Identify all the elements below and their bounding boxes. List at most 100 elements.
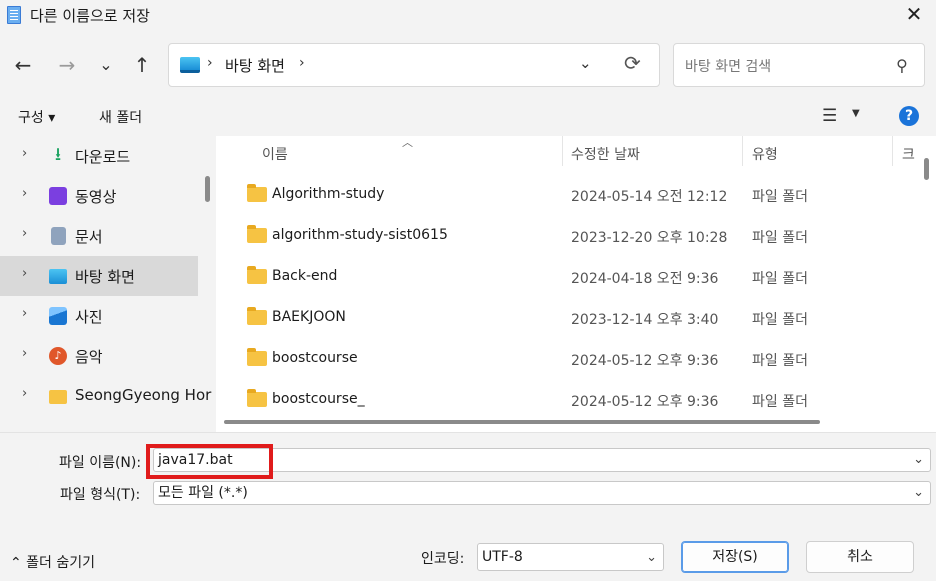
search-icon[interactable]: ⚲: [896, 56, 908, 75]
sidebar-item-label: 음악: [75, 348, 103, 366]
search-box[interactable]: 바탕 화면 검색 ⚲: [673, 43, 925, 87]
chevron-down-icon[interactable]: ⌄: [646, 545, 657, 571]
folder-icon: [247, 225, 267, 243]
file-type: 파일 폴더: [752, 189, 808, 205]
recent-locations-chevron-icon[interactable]: ⌄: [92, 52, 120, 78]
view-list-icon[interactable]: ☰: [822, 106, 837, 126]
address-dropdown-chevron-icon[interactable]: ⌄: [579, 54, 592, 72]
new-folder-button[interactable]: 새 폴더: [99, 107, 142, 127]
forward-arrow-icon[interactable]: →: [53, 52, 81, 78]
folder-icon: [247, 266, 267, 284]
file-name: boostcourse_: [272, 391, 365, 407]
expand-chevron-icon[interactable]: ›: [22, 346, 27, 361]
column-header-name[interactable]: 이름: [262, 136, 288, 170]
sidebar-item-desktop[interactable]: › 바탕 화면: [0, 256, 198, 296]
file-date: 2024-04-18 오전 9:36: [571, 271, 719, 287]
column-header-type[interactable]: 유형: [752, 136, 778, 170]
column-divider[interactable]: [742, 136, 743, 166]
music-icon: ♪: [49, 347, 67, 365]
sidebar-scrollbar[interactable]: [205, 176, 210, 202]
help-icon[interactable]: ?: [899, 106, 919, 126]
table-row[interactable]: Back-end 2024-04-18 오전 9:36 파일 폴더: [216, 257, 916, 298]
navigation-bar: ← → ⌄ ↑ › 바탕 화면 › ⌄ ⟳ 바탕 화면 검색 ⚲: [0, 32, 936, 98]
table-row[interactable]: boostcourse_ 2024-05-12 오후 9:36 파일 폴더: [216, 380, 916, 421]
file-type: 파일 폴더: [752, 353, 808, 369]
table-row[interactable]: Algorithm-study 2024-05-14 오전 12:12 파일 폴…: [216, 175, 916, 216]
window-title: 다른 이름으로 저장: [30, 7, 150, 25]
expand-chevron-icon[interactable]: ›: [22, 306, 27, 321]
cancel-button[interactable]: 취소: [806, 541, 914, 573]
breadcrumb-separator-icon[interactable]: ›: [299, 55, 305, 71]
filetype-value: 모든 파일 (*.*): [158, 485, 248, 501]
document-icon: [51, 227, 66, 245]
back-arrow-icon[interactable]: ←: [9, 52, 37, 78]
desktop-icon: [180, 57, 200, 73]
file-name: Algorithm-study: [272, 186, 385, 202]
view-dropdown-chevron-icon[interactable]: ▼: [852, 108, 860, 119]
highlight-annotation: [146, 444, 273, 479]
expand-chevron-icon[interactable]: ›: [22, 226, 27, 241]
file-date: 2024-05-12 오후 9:36: [571, 353, 719, 369]
filetype-label: 파일 형식(T):: [60, 487, 141, 503]
download-icon: ⭳: [54, 144, 62, 165]
sidebar-item-pictures[interactable]: › 사진: [0, 296, 198, 336]
sidebar-item-documents[interactable]: › 문서: [0, 216, 198, 256]
navigation-pane: › ⭳ 다운로드 › 동영상 › 문서 › 바탕 화면 › 사진 › ♪ 음악 …: [0, 136, 216, 432]
filetype-select[interactable]: 모든 파일 (*.*) ⌄: [153, 481, 931, 505]
file-name: BAEKJOON: [272, 309, 346, 325]
address-bar[interactable]: › 바탕 화면 › ⌄ ⟳: [168, 43, 660, 87]
column-divider[interactable]: [892, 136, 893, 166]
table-row[interactable]: BAEKJOON 2023-12-14 오후 3:40 파일 폴더: [216, 298, 916, 339]
sort-ascending-icon: ︿: [402, 136, 413, 149]
file-type: 파일 폴더: [752, 394, 808, 410]
close-button[interactable]: ✕: [900, 2, 928, 28]
horizontal-scrollbar[interactable]: [224, 420, 820, 424]
sidebar-item-music[interactable]: › ♪ 음악: [0, 336, 198, 376]
column-header-date[interactable]: 수정한 날짜: [571, 136, 640, 170]
photo-icon: [49, 307, 67, 325]
folder-icon: [247, 184, 267, 202]
refresh-icon[interactable]: ⟳: [624, 51, 641, 75]
file-type: 파일 폴더: [752, 230, 808, 246]
expand-chevron-icon[interactable]: ›: [22, 386, 27, 401]
file-date: 2023-12-20 오후 10:28: [571, 230, 728, 246]
encoding-label: 인코딩:: [421, 551, 465, 567]
chevron-down-icon[interactable]: ⌄: [913, 482, 924, 504]
expand-chevron-icon[interactable]: ›: [22, 266, 27, 281]
table-row[interactable]: algorithm-study-sist0615 2023-12-20 오후 1…: [216, 216, 916, 257]
hide-folders-button[interactable]: ⌃ 폴더 숨기기: [10, 552, 95, 572]
encoding-select[interactable]: UTF-8 ⌄: [477, 543, 664, 571]
folder-icon: [247, 348, 267, 366]
expand-chevron-icon[interactable]: ›: [22, 186, 27, 201]
file-name: Back-end: [272, 268, 338, 284]
sidebar-item-videos[interactable]: › 동영상: [0, 176, 198, 216]
organize-menu-button[interactable]: 구성 ▾: [18, 107, 55, 127]
expand-chevron-icon[interactable]: ›: [22, 146, 27, 161]
save-form: 파일 이름(N): java17.bat ⌄ 파일 형식(T): 모든 파일 (…: [0, 432, 936, 581]
chevron-down-icon[interactable]: ⌄: [913, 449, 924, 471]
column-divider[interactable]: [562, 136, 563, 166]
file-name: boostcourse: [272, 350, 358, 366]
table-row[interactable]: boostcourse 2024-05-12 오후 9:36 파일 폴더: [216, 339, 916, 380]
save-button[interactable]: 저장(S): [681, 541, 789, 573]
search-input[interactable]: 바탕 화면 검색: [685, 56, 771, 76]
command-toolbar: 구성 ▾ 새 폴더 ☰ ▼ ?: [0, 98, 936, 136]
sidebar-item-label: 문서: [75, 228, 103, 246]
file-date: 2024-05-14 오전 12:12: [571, 189, 728, 205]
up-arrow-icon[interactable]: ↑: [128, 52, 156, 78]
breadcrumb-desktop[interactable]: 바탕 화면: [225, 55, 285, 76]
folder-icon: [247, 389, 267, 407]
sidebar-item-downloads[interactable]: › ⭳ 다운로드: [0, 136, 198, 176]
sidebar-item-label: SeongGyeong Hor: [75, 386, 212, 404]
file-date: 2023-12-14 오후 3:40: [571, 312, 719, 328]
vertical-scrollbar[interactable]: [924, 158, 929, 180]
sidebar-item-onedrive-folder[interactable]: › SeongGyeong Hor: [0, 376, 211, 416]
folder-icon: [49, 390, 67, 404]
file-date: 2024-05-12 오후 9:36: [571, 394, 719, 410]
file-type: 파일 폴더: [752, 271, 808, 287]
file-type: 파일 폴더: [752, 312, 808, 328]
encoding-value: UTF-8: [482, 549, 523, 565]
notepad-icon: [7, 6, 21, 24]
column-header-size[interactable]: 크: [902, 136, 915, 170]
video-icon: [49, 187, 67, 205]
